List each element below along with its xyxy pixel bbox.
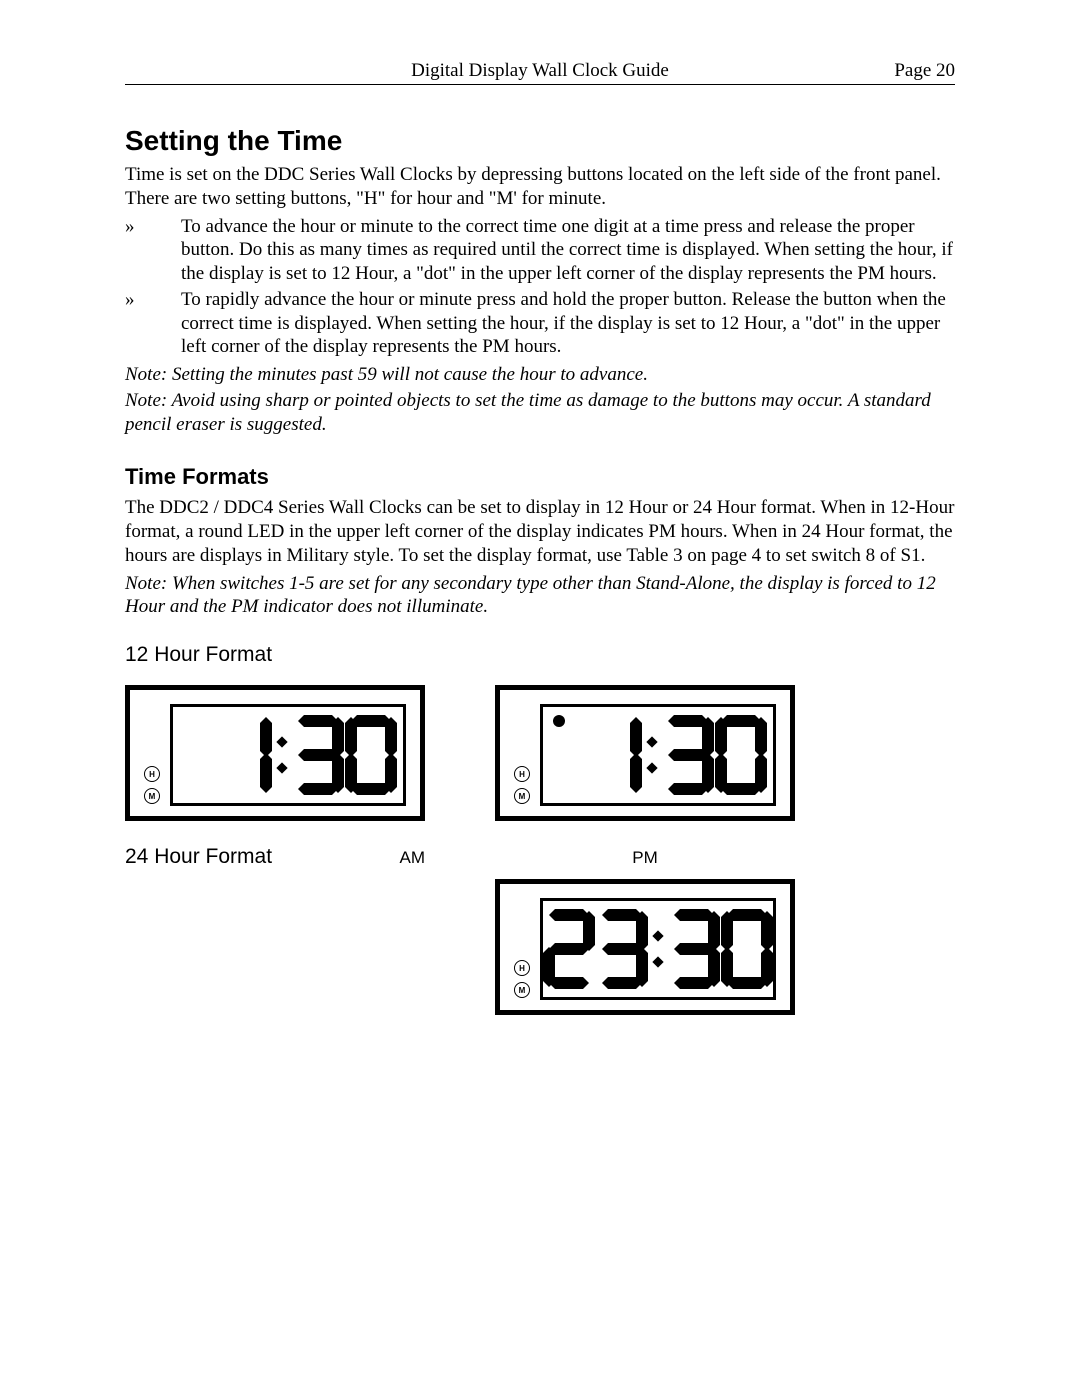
minute-button[interactable]: M [514,982,530,998]
heading-time-formats: Time Formats [125,464,955,490]
caption-row: 24 Hour Format AM PM [125,821,955,879]
heading-setting-time: Setting the Time [125,125,955,157]
pm-indicator-icon [553,715,565,727]
heading-12-hour: 12 Hour Format [125,643,955,667]
clock-row-24h: H M [125,879,955,1015]
note-text: Note: Setting the minutes past 59 will n… [125,363,955,387]
digit-1-icon [179,715,219,795]
header-title: Digital Display Wall Clock Guide [245,60,835,82]
clock-display [170,704,406,806]
list-item: » To rapidly advance the hour or minute … [125,288,955,359]
digit-1-icon [590,715,642,795]
digit-3-icon [662,715,714,795]
page-header: Digital Display Wall Clock Guide Page 20 [125,60,955,85]
clock-frame: H M [495,879,795,1015]
clock-display [540,898,776,1000]
clock-frame: H M [125,685,425,821]
minute-button[interactable]: M [514,788,530,804]
clock-24h: H M [495,879,795,1015]
clock-display [540,704,776,806]
clock-buttons: H M [514,960,530,998]
header-page-number: Page 20 [835,60,955,82]
digit-3-icon [596,909,648,989]
clock-am: H M [125,685,425,821]
bullet-text: To advance the hour or minute to the cor… [181,215,955,286]
bullet-marker: » [125,215,181,286]
note-text: Note: When switches 1-5 are set for any … [125,572,955,620]
bullet-marker: » [125,288,181,359]
hour-button[interactable]: H [514,960,530,976]
list-item: » To advance the hour or minute to the c… [125,215,955,286]
digit-1-icon [220,715,272,795]
digit-3-icon [668,909,720,989]
hour-button[interactable]: H [144,766,160,782]
digit-3-icon [292,715,344,795]
bullet-text: To rapidly advance the hour or minute pr… [181,288,955,359]
digit-0-icon [345,715,397,795]
digit-1-icon [549,715,589,795]
colon-icon [278,738,286,772]
digit-group [179,707,397,803]
colon-icon [654,932,662,966]
note-text: Note: Avoid using sharp or pointed objec… [125,389,955,437]
digit-group [549,707,767,803]
heading-24-hour: 24 Hour Format [125,845,272,869]
intro-paragraph: Time is set on the DDC Series Wall Clock… [125,163,955,211]
digit-2-icon [543,909,595,989]
digit-group [543,901,773,997]
clock-pm: H M [495,685,795,821]
colon-icon [648,738,656,772]
clock-buttons: H M [144,766,160,804]
bullet-list: » To advance the hour or minute to the c… [125,215,955,360]
hour-button[interactable]: H [514,766,530,782]
clock-row-12h: H M H M [125,685,955,821]
pm-label: PM [632,848,658,867]
formats-paragraph: The DDC2 / DDC4 Series Wall Clocks can b… [125,496,955,567]
minute-button[interactable]: M [144,788,160,804]
document-page: Digital Display Wall Clock Guide Page 20… [0,0,1080,1075]
clock-frame: H M [495,685,795,821]
digit-0-icon [721,909,773,989]
digit-0-icon [715,715,767,795]
clock-buttons: H M [514,766,530,804]
am-label: AM [400,848,426,868]
